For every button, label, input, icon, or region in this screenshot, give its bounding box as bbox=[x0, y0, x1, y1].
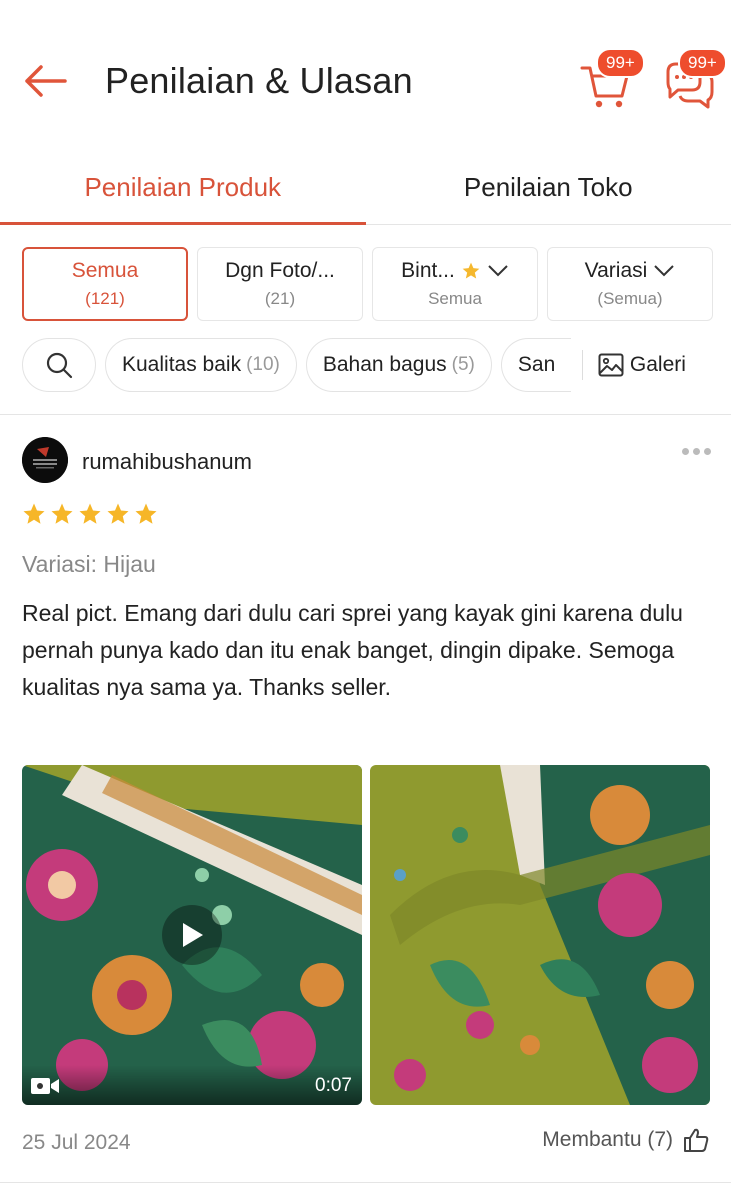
star-icon bbox=[107, 503, 129, 524]
chip-label: San bbox=[517, 353, 556, 376]
star-icon bbox=[23, 503, 45, 524]
dot-icon bbox=[703, 447, 711, 455]
star-icon bbox=[135, 503, 157, 524]
filter-label: Dgn Foto/... bbox=[225, 259, 335, 282]
chat-badge: 99+ bbox=[678, 48, 727, 78]
video-overlay bbox=[22, 1065, 362, 1105]
helpful-label: Membantu (7) bbox=[542, 1128, 673, 1151]
chip-bahan-bagus[interactable]: Bahan bagus (5) bbox=[305, 338, 492, 392]
review-photo-thumbnail[interactable] bbox=[370, 765, 710, 1105]
search-icon bbox=[46, 352, 73, 379]
chat-button[interactable]: 99+ bbox=[660, 48, 727, 112]
review-date: 25 Jul 2024 bbox=[22, 1131, 131, 1154]
star-icon bbox=[51, 503, 73, 524]
filter-variation[interactable]: Variasi (Semua) bbox=[547, 247, 713, 321]
page-title: Penilaian & Ulasan bbox=[105, 60, 413, 101]
star-icon bbox=[79, 503, 101, 524]
chip-count: (5) bbox=[451, 354, 475, 375]
chevron-down-icon bbox=[654, 265, 675, 277]
play-button[interactable] bbox=[162, 905, 222, 965]
filter-with-media[interactable]: Dgn Foto/... (21) bbox=[197, 247, 363, 321]
chip-count: (10) bbox=[246, 354, 280, 375]
helpful-button[interactable]: Membantu (7) bbox=[542, 1127, 709, 1153]
arrow-left-icon bbox=[25, 65, 67, 97]
more-options-button[interactable] bbox=[676, 441, 716, 461]
cart-badge: 99+ bbox=[596, 48, 645, 78]
dot-icon bbox=[681, 447, 689, 455]
filter-sub: Semua bbox=[428, 289, 482, 308]
filter-sub: (Semua) bbox=[597, 289, 663, 308]
fabric-photo bbox=[370, 765, 710, 1105]
review-video-thumbnail[interactable]: 0:07 bbox=[22, 765, 362, 1105]
play-icon bbox=[183, 923, 203, 947]
section-divider bbox=[0, 414, 731, 415]
star-icon bbox=[462, 262, 480, 279]
video-camera-icon bbox=[31, 1078, 59, 1094]
chip-kualitas-baik[interactable]: Kualitas baik (10) bbox=[105, 338, 297, 392]
chevron-down-icon bbox=[488, 265, 508, 277]
search-chip[interactable] bbox=[22, 338, 96, 392]
keyword-chips: Kualitas baik (10) Bahan bagus (5) San G… bbox=[22, 337, 731, 393]
chip-label: Kualitas baik bbox=[122, 353, 242, 376]
reviewer-username[interactable]: rumahibushanum bbox=[82, 449, 252, 475]
review-variation: Variasi: Hijau bbox=[22, 551, 156, 577]
app-header: Penilaian & Ulasan 99+ 99+ bbox=[0, 0, 731, 150]
gallery-button[interactable]: Galeri bbox=[598, 353, 686, 377]
filter-count: (121) bbox=[85, 289, 125, 308]
gallery-label: Galeri bbox=[629, 353, 686, 376]
avatar[interactable] bbox=[22, 437, 68, 483]
cart-button[interactable]: 99+ bbox=[578, 48, 645, 112]
filter-label: Variasi bbox=[584, 259, 648, 282]
chip-divider bbox=[581, 350, 583, 380]
dot-icon bbox=[692, 447, 700, 455]
chip-truncated[interactable]: San bbox=[500, 338, 571, 392]
filter-rating[interactable]: Bint... Semua bbox=[372, 247, 538, 321]
filter-count: (21) bbox=[264, 289, 296, 308]
rating-stars bbox=[22, 502, 158, 526]
chip-label: Bahan bagus bbox=[322, 353, 447, 376]
back-button[interactable] bbox=[20, 58, 70, 104]
review-tabs: Penilaian Produk Penilaian Toko bbox=[0, 150, 731, 225]
video-duration: 0:07 bbox=[315, 1075, 352, 1096]
image-icon bbox=[598, 353, 624, 377]
shop-logo-icon bbox=[22, 437, 68, 483]
bottom-divider bbox=[0, 1182, 731, 1183]
filter-label: Bint... bbox=[401, 259, 455, 282]
filter-label: Semua bbox=[71, 259, 139, 282]
tab-shop-reviews[interactable]: Penilaian Toko bbox=[366, 150, 731, 224]
filter-label-row: Bint... bbox=[401, 259, 509, 283]
review-text: Real pict. Emang dari dulu cari sprei ya… bbox=[22, 600, 683, 700]
filter-bar: Semua (121) Dgn Foto/... (21) Bint... Se… bbox=[22, 247, 713, 321]
filter-label-row: Variasi bbox=[585, 259, 676, 283]
filter-all[interactable]: Semua (121) bbox=[22, 247, 188, 321]
tab-product-reviews[interactable]: Penilaian Produk bbox=[0, 150, 366, 225]
thumbs-up-icon bbox=[684, 1128, 709, 1152]
